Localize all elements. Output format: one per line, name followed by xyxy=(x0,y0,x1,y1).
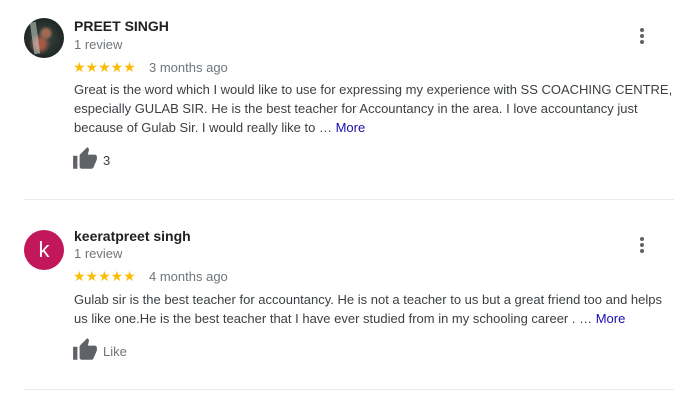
more-vert-icon[interactable] xyxy=(632,233,652,257)
divider xyxy=(24,199,674,200)
star-rating: ★★★★★ xyxy=(73,268,136,284)
divider xyxy=(24,389,674,390)
review-text: Gulab sir is the best teacher for accoun… xyxy=(74,292,662,326)
more-link[interactable]: More xyxy=(596,311,626,326)
reviewer-review-count: 1 review xyxy=(74,246,123,261)
like-button-label[interactable]: Like xyxy=(103,344,127,359)
reviewer-avatar[interactable]: k xyxy=(24,230,64,270)
reviewer-name[interactable]: keeratpreet singh xyxy=(74,228,191,244)
review-card: k keeratpreet singh 1 review ★★★★★ 4 mon… xyxy=(0,0,688,360)
review-time: 4 months ago xyxy=(149,269,228,284)
thumbs-up-icon[interactable] xyxy=(72,337,98,363)
